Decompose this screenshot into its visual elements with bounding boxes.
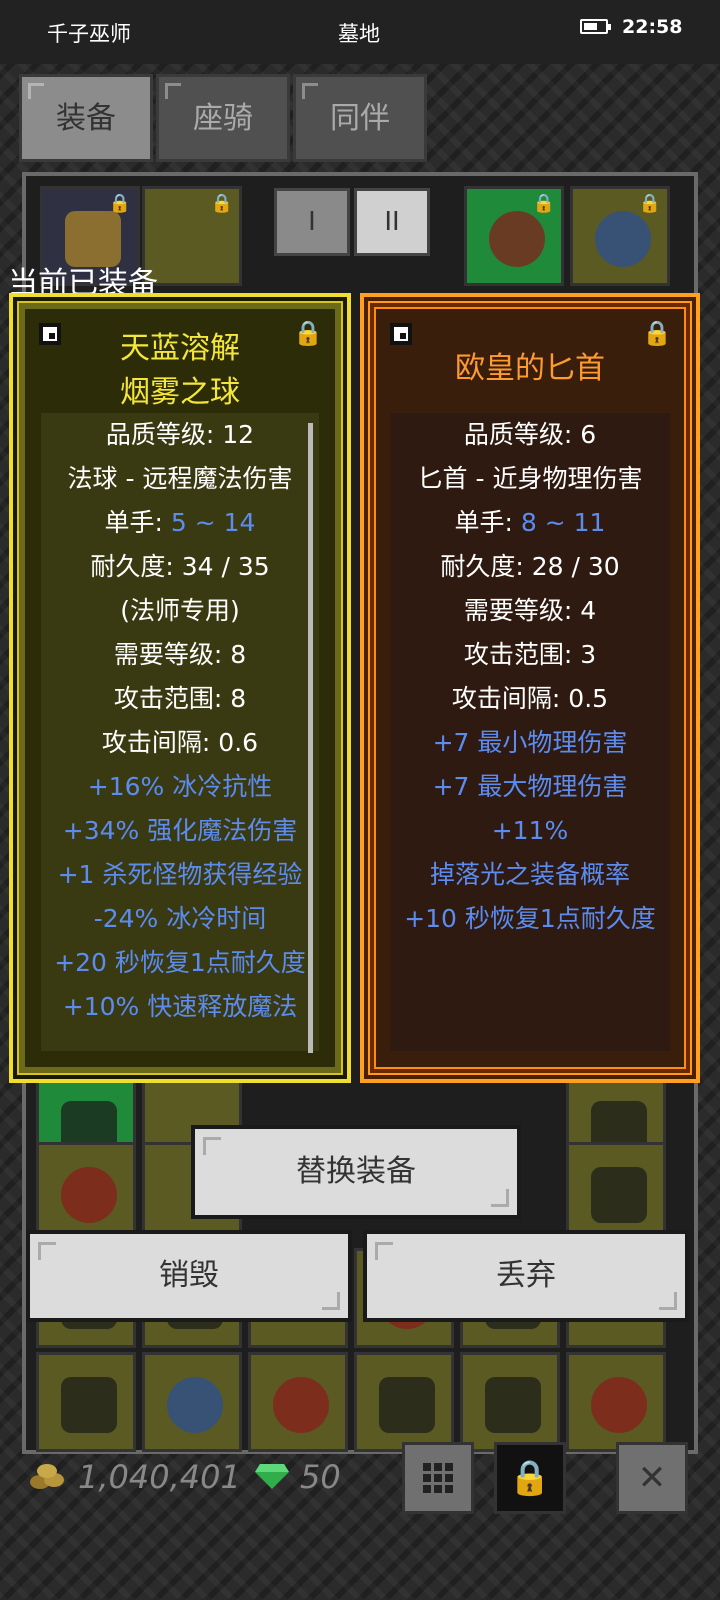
type-stat: 匕首 - 近身物理伤害 bbox=[417, 464, 643, 493]
affix: +11% bbox=[491, 816, 569, 845]
item-icon bbox=[61, 1377, 117, 1433]
affix: 掉落光之装备概率 bbox=[429, 860, 630, 889]
interval-stat: 攻击间隔: 0.6 bbox=[101, 728, 259, 757]
inventory-slot[interactable] bbox=[36, 1142, 136, 1242]
corner-decoration bbox=[659, 1292, 677, 1310]
page-2-button[interactable]: II bbox=[354, 188, 430, 256]
type-stat: 法球 - 远程魔法伤害 bbox=[67, 464, 293, 493]
corner-decoration bbox=[28, 83, 44, 99]
grid-view-button[interactable] bbox=[402, 1442, 474, 1514]
tab-label: 装备 bbox=[56, 101, 116, 136]
scrollbar[interactable] bbox=[308, 423, 313, 1053]
gold-coins-icon bbox=[30, 1464, 64, 1489]
lock-icon: 🔒 bbox=[532, 193, 555, 214]
item-icon bbox=[591, 1377, 647, 1433]
replace-equipment-button[interactable]: 替换装备 bbox=[191, 1125, 521, 1219]
slot-marker-icon bbox=[39, 323, 61, 345]
status-bar: 千子巫师 墓地 22:58 bbox=[0, 0, 720, 64]
affix: -24% 冰冷时间 bbox=[93, 904, 267, 933]
gem-amount: 50 bbox=[300, 1458, 341, 1496]
button-label: 丢弃 bbox=[496, 1258, 556, 1293]
axe-item-icon bbox=[61, 1167, 117, 1223]
close-icon: ✕ bbox=[637, 1458, 667, 1498]
battery-icon bbox=[580, 19, 611, 34]
corner-decoration bbox=[375, 1242, 393, 1260]
affix: +10 秒恢复1点耐久度 bbox=[404, 904, 656, 933]
page-1-button[interactable]: I bbox=[274, 188, 350, 256]
armor-item-icon bbox=[489, 211, 545, 267]
new-item-panel: 🔒 欧皇的匕首 品质等级: 6 匕首 - 近身物理伤害 单手: 8 ~ 11 耐… bbox=[360, 293, 700, 1083]
item-icon bbox=[485, 1377, 541, 1433]
gold-amount: 1,040,401 bbox=[78, 1458, 241, 1496]
range-stat: 攻击范围: 3 bbox=[463, 640, 597, 669]
slot-marker-icon bbox=[390, 323, 412, 345]
item-icon bbox=[379, 1377, 435, 1433]
damage-stat: 单手: 8 ~ 11 bbox=[454, 508, 606, 537]
panel-inner: 🔒 天蓝溶解 烟雾之球 品质等级: 12 法球 - 远程魔法伤害 单手: 5 ~… bbox=[25, 309, 335, 1067]
corner-decoration bbox=[302, 83, 318, 99]
item-icon bbox=[591, 1167, 647, 1223]
tab-label: 同伴 bbox=[330, 101, 390, 136]
level-requirement: 需要等级: 4 bbox=[463, 596, 597, 625]
lock-icon: 🔒 bbox=[638, 193, 661, 214]
close-button[interactable]: ✕ bbox=[616, 1442, 688, 1514]
corner-decoration bbox=[38, 1242, 56, 1260]
damage-stat: 单手: 5 ~ 14 bbox=[104, 508, 256, 537]
grid-icon bbox=[423, 1463, 453, 1493]
lock-toggle-button[interactable]: 🔒 bbox=[494, 1442, 566, 1514]
discard-button[interactable]: 丢弃 bbox=[363, 1230, 689, 1322]
lock-icon: 🔒 bbox=[210, 193, 233, 214]
interval-stat: 攻击间隔: 0.5 bbox=[451, 684, 609, 713]
item-stats: 品质等级: 12 法球 - 远程魔法伤害 单手: 5 ~ 14 耐久度: 34 … bbox=[41, 413, 319, 1053]
destroy-button[interactable]: 销毁 bbox=[26, 1230, 352, 1322]
affix: +20 秒恢复1点耐久度 bbox=[54, 948, 306, 977]
corner-decoration bbox=[322, 1292, 340, 1310]
currency-bar: 1,040,401 50 🔒 ✕ bbox=[0, 1430, 720, 1522]
level-requirement: 需要等级: 8 bbox=[113, 640, 247, 669]
affix: +7 最大物理伤害 bbox=[432, 772, 628, 801]
durability-stat: 耐久度: 28 / 30 bbox=[440, 552, 620, 581]
inventory-slot[interactable] bbox=[566, 1142, 666, 1242]
affix: +34% 强化魔法伤害 bbox=[62, 816, 298, 845]
current-item-panel: 🔒 天蓝溶解 烟雾之球 品质等级: 12 法球 - 远程魔法伤害 单手: 5 ~… bbox=[9, 293, 351, 1083]
durability-stat: 耐久度: 34 / 35 bbox=[90, 552, 270, 581]
lock-icon[interactable]: 🔒 bbox=[293, 319, 323, 347]
tab-label: 座骑 bbox=[193, 101, 253, 136]
item-title: 天蓝溶解 烟雾之球 bbox=[25, 309, 335, 415]
item-title: 欧皇的匕首 bbox=[455, 351, 605, 386]
button-label: 替换装备 bbox=[296, 1154, 416, 1189]
equip-slot-amulet[interactable]: 🔒 bbox=[570, 186, 670, 286]
tab-companion[interactable]: 同伴 bbox=[293, 74, 427, 162]
corner-decoration bbox=[491, 1189, 509, 1207]
panel-inner: 🔒 欧皇的匕首 品质等级: 6 匕首 - 近身物理伤害 单手: 8 ~ 11 耐… bbox=[376, 309, 684, 1067]
corner-decoration bbox=[165, 83, 181, 99]
item-icon bbox=[167, 1377, 223, 1433]
item-icon bbox=[273, 1377, 329, 1433]
affix: +1 杀死怪物获得经验 bbox=[57, 860, 303, 889]
range-stat: 攻击范围: 8 bbox=[113, 684, 247, 713]
app-name: 千子巫师 bbox=[47, 22, 131, 46]
item-stats: 品质等级: 6 匕首 - 近身物理伤害 单手: 8 ~ 11 耐久度: 28 /… bbox=[390, 413, 670, 1051]
tab-equipment[interactable]: 装备 bbox=[19, 74, 153, 162]
amulet-item-icon bbox=[595, 211, 651, 267]
affix: +16% 冰冷抗性 bbox=[87, 772, 273, 801]
lock-icon: 🔒 bbox=[508, 1458, 552, 1498]
affix: +10% 快速释放魔法 bbox=[62, 992, 298, 1021]
corner-decoration bbox=[203, 1137, 221, 1155]
location-name: 墓地 bbox=[338, 22, 380, 46]
lock-icon[interactable]: 🔒 bbox=[642, 319, 672, 347]
item-title-line2: 烟雾之球 bbox=[120, 375, 240, 410]
quality-stat: 品质等级: 6 bbox=[463, 420, 597, 449]
equip-slot-armor[interactable]: 🔒 bbox=[464, 186, 564, 286]
tab-mount[interactable]: 座骑 bbox=[156, 74, 290, 162]
affix: +7 最小物理伤害 bbox=[432, 728, 628, 757]
item-title-line1: 天蓝溶解 bbox=[120, 331, 240, 366]
class-requirement: (法师专用) bbox=[120, 596, 240, 625]
gem-icon bbox=[255, 1464, 289, 1489]
button-label: 销毁 bbox=[159, 1258, 219, 1293]
lock-icon: 🔒 bbox=[108, 193, 131, 214]
clock: 22:58 bbox=[622, 16, 683, 38]
quality-stat: 品质等级: 12 bbox=[105, 420, 255, 449]
